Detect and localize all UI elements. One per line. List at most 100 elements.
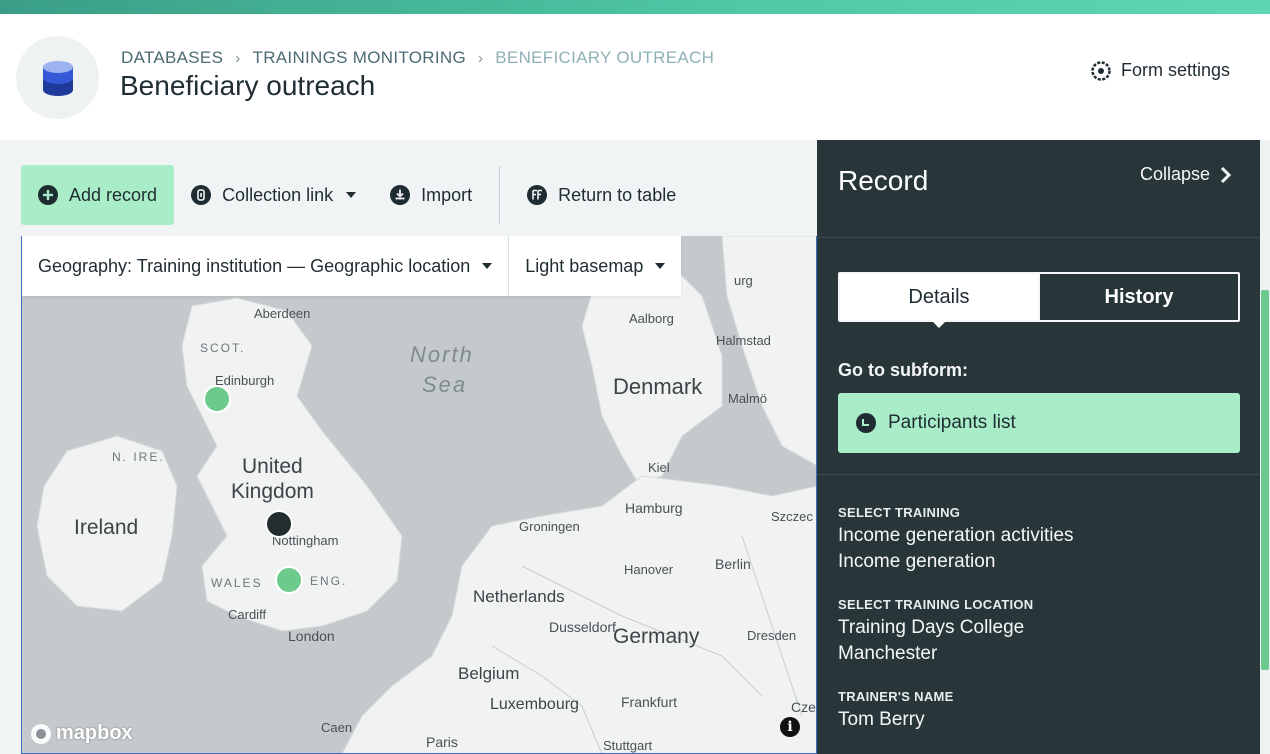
chevron-right-icon: › <box>235 49 241 67</box>
basemap-select[interactable]: Light basemap <box>508 236 681 296</box>
breadcrumb-databases[interactable]: DATABASES <box>121 48 223 68</box>
map-label-denmark: Denmark <box>613 374 703 399</box>
map-label-hamburg: Hamburg <box>625 500 683 516</box>
map-label-scot: SCOT. <box>200 341 246 355</box>
record-panel-header: Record Collapse <box>817 140 1260 238</box>
map-view[interactable]: Geography: Training institution — Geogra… <box>21 236 817 754</box>
record-panel: Record Collapse Details History Go to su… <box>817 140 1260 754</box>
database-icon <box>16 36 99 119</box>
link-icon <box>191 185 212 205</box>
map-label-kingdom: Kingdom <box>231 480 314 503</box>
panel-divider <box>817 474 1260 475</box>
map-label-belgium: Belgium <box>458 664 520 683</box>
map-label-london: London <box>288 628 335 644</box>
add-record-label: Add record <box>69 184 158 205</box>
map-label-hanover: Hanover <box>624 562 674 577</box>
geography-select[interactable]: Geography: Training institution — Geogra… <box>22 236 508 296</box>
map-label-stuttgart: Stuttgart <box>603 738 653 753</box>
map-label-united: United <box>242 455 303 478</box>
chevron-right-icon: › <box>478 49 484 67</box>
chevron-right-icon <box>1220 166 1232 183</box>
map-label-frankfurt: Frankfurt <box>621 694 678 710</box>
map-label-dusseldorf: Dusseldorf <box>549 619 616 635</box>
form-settings-label: Form settings <box>1120 60 1230 80</box>
map-basemap <box>22 236 816 753</box>
tab-details[interactable]: Details <box>840 274 1038 328</box>
map-label-edinburgh: Edinburgh <box>215 373 275 388</box>
return-to-table-button[interactable]: Return to table <box>510 165 693 225</box>
panel-scrollbar[interactable] <box>1260 140 1270 754</box>
plus-circle-icon <box>38 185 58 205</box>
gear-icon <box>1091 60 1111 81</box>
map-label-wales: WALES <box>211 576 263 590</box>
map-label-kiel: Kiel <box>648 460 670 475</box>
collection-link-label: Collection link <box>222 184 334 205</box>
field-value: Income generation activities <box>838 525 1074 546</box>
field-value: Tom Berry <box>838 709 925 730</box>
record-tabs: Details History <box>838 272 1240 328</box>
map-label-cardiff: Cardiff <box>228 607 267 622</box>
map-label-urg: urg <box>734 273 753 288</box>
caret-down-icon <box>482 263 493 269</box>
map-label-szczec: Szczec <box>771 509 813 524</box>
map-marker-manchester-selected[interactable] <box>265 510 293 538</box>
top-accent-bar <box>0 0 1270 14</box>
page-title: Beneficiary outreach <box>120 70 376 101</box>
map-label-aalborg: Aalborg <box>629 311 674 326</box>
caret-down-icon <box>655 263 666 269</box>
field-select-training-location: SELECT TRAINING LOCATION Training Days C… <box>838 597 1033 667</box>
map-label-dresden: Dresden <box>747 628 797 643</box>
map-label-netherlands: Netherlands <box>473 587 565 606</box>
field-label: TRAINER'S NAME <box>838 689 954 704</box>
map-label-north: North <box>410 342 474 367</box>
add-record-button[interactable]: Add record <box>21 165 175 225</box>
breadcrumb-trainings-monitoring[interactable]: TRAININGS MONITORING <box>253 48 466 68</box>
caret-down-icon <box>346 192 357 198</box>
participants-list-button[interactable]: Participants list <box>838 393 1240 453</box>
map-label-groningen: Groningen <box>519 519 580 534</box>
map-label-caen: Caen <box>321 720 353 735</box>
import-icon <box>390 185 411 205</box>
map-label-germany: Germany <box>613 625 700 648</box>
subform-label: Go to subform: <box>838 360 968 380</box>
toolbar: Add record Collection link Import Return… <box>21 165 693 225</box>
page-header: DATABASES › TRAININGS MONITORING › BENEF… <box>0 14 1270 140</box>
subform-icon <box>856 413 876 433</box>
map-marker-birmingham[interactable] <box>275 566 303 594</box>
collection-link-button[interactable]: Collection link <box>174 165 373 225</box>
participants-list-label: Participants list <box>888 412 1016 433</box>
field-value: Training Days College <box>838 617 1025 638</box>
return-to-table-label: Return to table <box>558 184 677 205</box>
map-label-luxembourg: Luxembourg <box>490 696 579 713</box>
collapse-label: Collapse <box>1139 164 1210 184</box>
basemap-select-label: Light basemap <box>525 255 644 276</box>
import-label: Import <box>421 184 473 205</box>
field-trainers-name: TRAINER'S NAME Tom Berry <box>838 689 954 733</box>
field-label: SELECT TRAINING <box>838 505 961 520</box>
breadcrumb-beneficiary-outreach: BENEFICIARY OUTREACH <box>495 48 715 67</box>
geography-select-label: Geography: Training institution — Geogra… <box>38 255 471 276</box>
tab-history[interactable]: History <box>1038 274 1238 320</box>
record-panel-title: Record <box>838 165 929 196</box>
map-label-sea: Sea <box>422 372 468 397</box>
field-value: Income generation <box>838 551 996 572</box>
info-icon[interactable]: i <box>780 717 800 737</box>
field-select-training: SELECT TRAINING Income generation activi… <box>838 505 1074 575</box>
mapbox-icon <box>31 723 51 744</box>
field-value: Manchester <box>838 643 938 664</box>
form-settings-button[interactable]: Form settings <box>1091 60 1230 81</box>
collapse-button[interactable]: Collapse <box>1140 164 1232 185</box>
map-controls: Geography: Training institution — Geogra… <box>22 236 682 296</box>
scrollbar-thumb[interactable] <box>1261 290 1269 670</box>
mapbox-label: mapbox <box>56 722 133 744</box>
map-marker-edinburgh[interactable] <box>203 385 231 413</box>
import-button[interactable]: Import <box>373 165 489 225</box>
breadcrumb: DATABASES › TRAININGS MONITORING › BENEF… <box>121 48 714 68</box>
map-label-eng: ENG. <box>310 574 348 588</box>
mapbox-logo: mapbox <box>30 722 133 745</box>
map-label-berlin: Berlin <box>715 556 751 572</box>
map-label-nire: N. IRE. <box>112 450 165 464</box>
table-icon <box>527 185 548 205</box>
map-label-malmo: Malmö <box>728 391 768 406</box>
map-label-aberdeen: Aberdeen <box>254 306 311 321</box>
